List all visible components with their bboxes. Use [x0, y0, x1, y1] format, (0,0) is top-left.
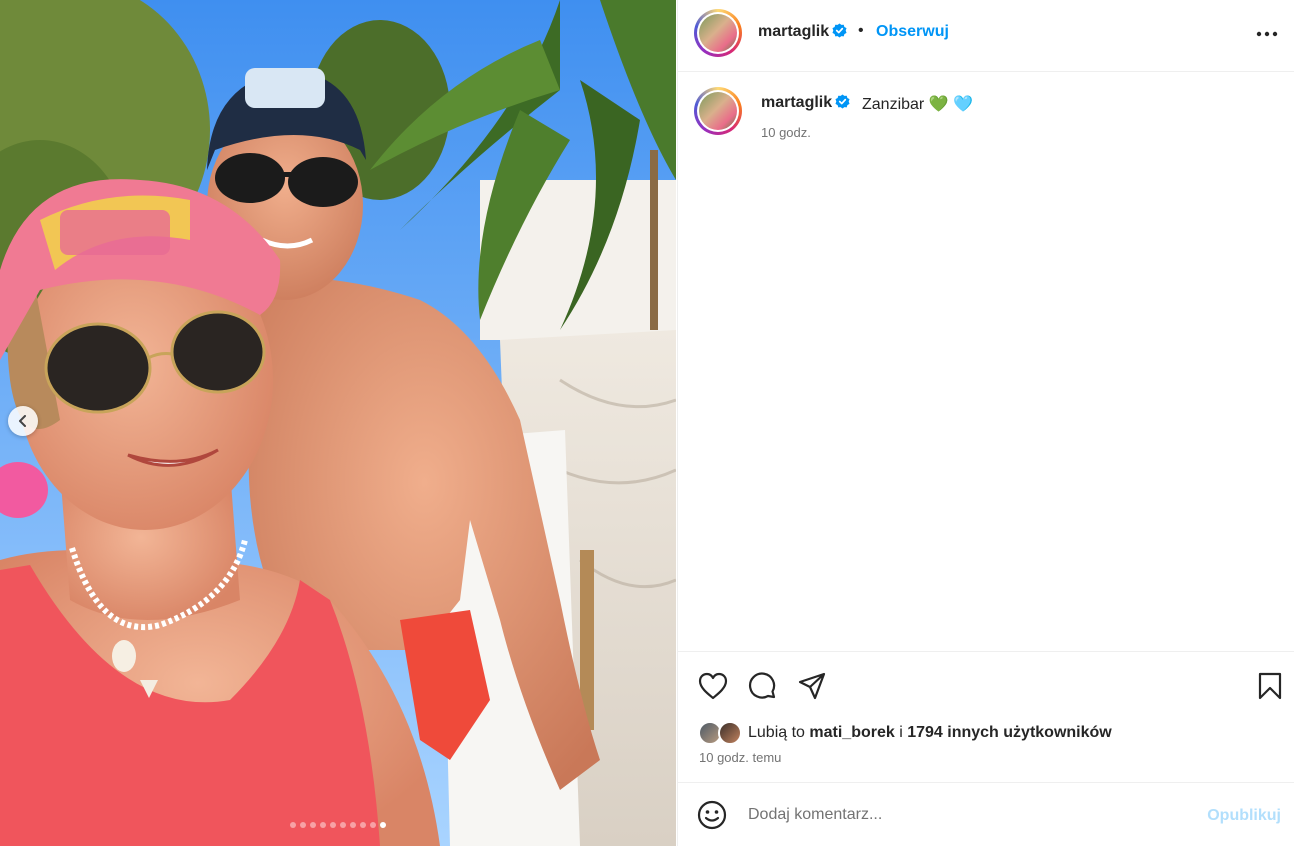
- emoji-icon: [697, 800, 727, 830]
- liker-avatar: [718, 721, 742, 745]
- likes-prefix: Lubią to: [748, 724, 810, 741]
- post-side-panel: martaglik • Obserwuj martaglik Zanzibar …: [677, 0, 1294, 846]
- share-icon: [798, 672, 826, 700]
- save-button[interactable]: [1254, 670, 1286, 702]
- share-button[interactable]: [796, 670, 828, 702]
- carousel-dot: [370, 822, 376, 828]
- comment-input[interactable]: [748, 803, 1168, 827]
- carousel-dot: [330, 822, 336, 828]
- more-options-button[interactable]: [1253, 20, 1281, 48]
- publish-button[interactable]: Opublikuj: [1207, 807, 1281, 825]
- emoji-button[interactable]: [696, 799, 728, 831]
- carousel-indicator: [0, 822, 676, 828]
- caption-username[interactable]: martaglik: [761, 94, 850, 112]
- verified-badge-icon: [832, 23, 847, 38]
- carousel-dot: [290, 822, 296, 828]
- post-media[interactable]: [0, 0, 676, 846]
- carousel-dot: [340, 822, 346, 828]
- bookmark-icon: [1258, 672, 1282, 700]
- post-header: martaglik • Obserwuj: [678, 0, 1294, 72]
- carousel-dot: [360, 822, 366, 828]
- post-photo: [0, 0, 676, 846]
- avatar[interactable]: [694, 9, 742, 57]
- liker-username-link[interactable]: mati_borek: [809, 724, 894, 742]
- post-timestamp[interactable]: 10 godz. temu: [699, 750, 781, 765]
- caption-timestamp[interactable]: 10 godz.: [761, 125, 811, 140]
- caption-avatar[interactable]: [694, 87, 742, 135]
- carousel-dot: [380, 822, 386, 828]
- carousel-dot: [320, 822, 326, 828]
- like-button[interactable]: [697, 670, 729, 702]
- carousel-dot: [300, 822, 306, 828]
- author-username[interactable]: martaglik: [758, 23, 847, 41]
- heart-icon: [698, 672, 728, 700]
- likes-count-link[interactable]: 1794 innych użytkowników: [907, 724, 1112, 742]
- carousel-dot: [350, 822, 356, 828]
- follow-button[interactable]: Obserwuj: [876, 23, 949, 41]
- more-options-icon: [1256, 31, 1278, 37]
- comment-box: Opublikuj: [678, 783, 1294, 846]
- verified-badge-icon: [835, 94, 850, 109]
- comment-button[interactable]: [747, 670, 779, 702]
- previous-slide-button[interactable]: [8, 406, 38, 436]
- separator-dot: •: [858, 22, 864, 39]
- caption-text: Zanzibar 💚 🩵: [862, 96, 973, 113]
- carousel-dot: [310, 822, 316, 828]
- post-actions: Lubią to mati_borek i 1794 innych użytko…: [678, 651, 1294, 783]
- comment-icon: [748, 672, 776, 699]
- likes-middle: i: [894, 724, 908, 741]
- likes-summary: Lubią to mati_borek i 1794 innych użytko…: [698, 720, 1112, 746]
- liker-avatars[interactable]: [698, 721, 744, 745]
- chevron-left-icon: [19, 415, 26, 427]
